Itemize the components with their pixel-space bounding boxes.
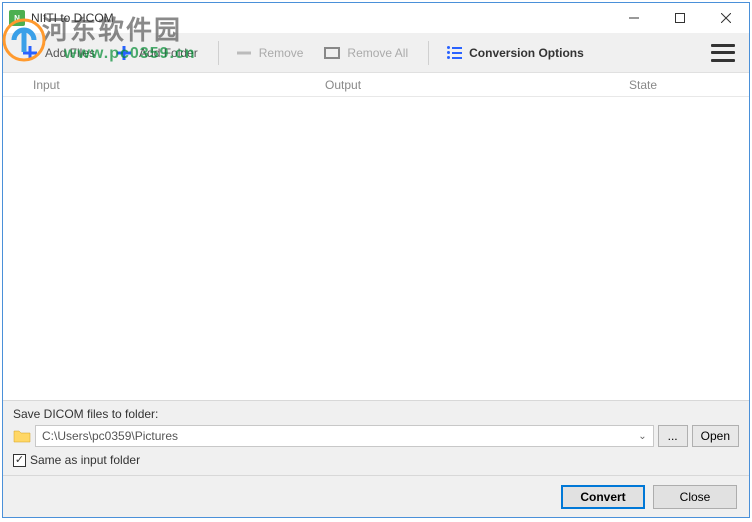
- save-panel: Save DICOM files to folder: C:\Users\pc0…: [3, 400, 749, 475]
- output-path-input[interactable]: C:\Users\pc0359\Pictures ⌄: [35, 425, 654, 447]
- separator: [218, 41, 219, 65]
- add-folder-button[interactable]: Add Folder: [107, 40, 206, 66]
- same-as-input-label: Same as input folder: [30, 453, 140, 467]
- conversion-options-button[interactable]: Conversion Options: [437, 40, 592, 66]
- footer: Convert Close: [3, 475, 749, 517]
- window-title: NIfTI to DICOM: [31, 11, 611, 25]
- close-label: Close: [680, 490, 711, 504]
- column-input-header[interactable]: Input: [15, 78, 325, 92]
- save-label: Save DICOM files to folder:: [13, 407, 739, 421]
- checkbox-icon: [13, 454, 26, 467]
- minus-icon: [235, 44, 253, 62]
- remove-all-button[interactable]: Remove All: [315, 40, 416, 66]
- column-state-header[interactable]: State: [629, 78, 737, 92]
- close-button[interactable]: Close: [653, 485, 737, 509]
- maximize-button[interactable]: [657, 3, 703, 33]
- toolbar: Add Files Add Folder Remove Remove All: [3, 33, 749, 73]
- same-as-input-checkbox[interactable]: Same as input folder: [13, 453, 739, 467]
- app-icon: N: [9, 10, 25, 26]
- app-window: N NIfTI to DICOM Add Files Add Folder: [2, 2, 750, 518]
- add-files-button[interactable]: Add Files: [13, 40, 103, 66]
- remove-label: Remove: [259, 46, 304, 60]
- column-headers: Input Output State: [3, 73, 749, 97]
- output-path-value: C:\Users\pc0359\Pictures: [42, 429, 178, 443]
- minimize-button[interactable]: [611, 3, 657, 33]
- browse-label: ...: [668, 429, 678, 443]
- remove-all-label: Remove All: [347, 46, 408, 60]
- conversion-options-label: Conversion Options: [469, 46, 584, 60]
- hamburger-icon: [711, 44, 735, 47]
- file-list[interactable]: [3, 97, 749, 400]
- folder-icon: [13, 428, 31, 444]
- add-folder-label: Add Folder: [139, 46, 198, 60]
- convert-button[interactable]: Convert: [561, 485, 645, 509]
- add-files-label: Add Files: [45, 46, 95, 60]
- remove-all-icon: [323, 44, 341, 62]
- convert-label: Convert: [580, 490, 625, 504]
- plus-icon: [21, 44, 39, 62]
- options-icon: [445, 44, 463, 62]
- path-row: C:\Users\pc0359\Pictures ⌄ ... Open: [13, 425, 739, 447]
- titlebar: N NIfTI to DICOM: [3, 3, 749, 33]
- open-folder-button[interactable]: Open: [692, 425, 739, 447]
- menu-button[interactable]: [711, 44, 735, 62]
- close-window-button[interactable]: [703, 3, 749, 33]
- remove-button[interactable]: Remove: [227, 40, 312, 66]
- window-controls: [611, 3, 749, 33]
- separator: [428, 41, 429, 65]
- plus-icon: [115, 44, 133, 62]
- chevron-down-icon: ⌄: [638, 431, 646, 442]
- browse-button[interactable]: ...: [658, 425, 688, 447]
- open-label: Open: [701, 429, 730, 443]
- column-output-header[interactable]: Output: [325, 78, 629, 92]
